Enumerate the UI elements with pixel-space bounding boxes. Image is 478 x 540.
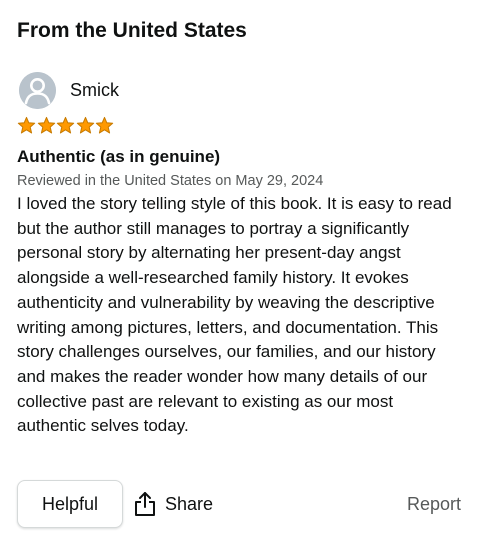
section-heading: From the United States (17, 19, 247, 42)
review-title[interactable]: Authentic (as in genuine) (17, 145, 467, 168)
avatar (19, 71, 56, 109)
share-icon (135, 492, 155, 516)
review-body: I loved the story telling style of this … (17, 194, 452, 436)
helpful-button[interactable]: Helpful (17, 480, 123, 528)
review-actions: Helpful Share Report (17, 479, 461, 529)
star-icon (56, 116, 75, 133)
star-icon (76, 116, 94, 133)
review-date: Reviewed in the United States on May 29,… (17, 173, 324, 189)
review-card: Smick Authentic (as in genuine) Reviewed… (17, 70, 467, 439)
share-button[interactable]: Share (133, 480, 213, 528)
reviewer-profile[interactable]: Smick (17, 70, 467, 110)
report-link[interactable]: Report (407, 494, 461, 515)
star-icon (17, 116, 36, 133)
default-user-avatar-icon (19, 71, 56, 109)
star-rating (17, 114, 467, 136)
star-icon (37, 116, 55, 133)
reviewer-name[interactable]: Smick (70, 78, 119, 102)
share-label: Share (165, 493, 214, 514)
star-icon (95, 116, 114, 133)
